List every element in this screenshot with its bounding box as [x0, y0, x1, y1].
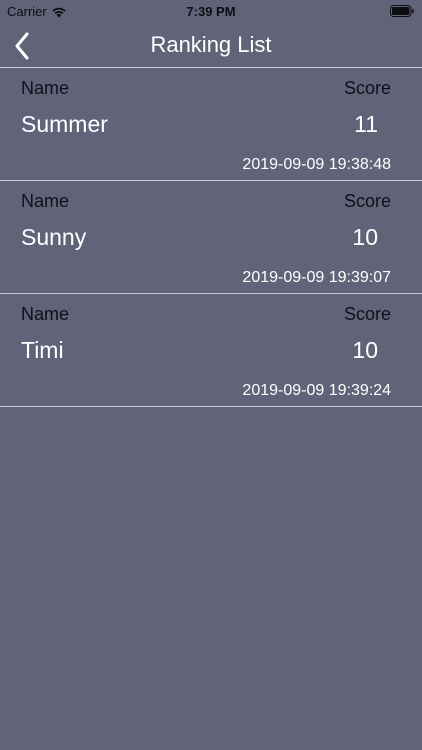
battery-icon [390, 5, 414, 17]
score-label: Score [343, 304, 391, 324]
player-score: 10 [352, 337, 378, 363]
player-name: Summer [21, 111, 108, 137]
name-label: Name [21, 304, 70, 324]
status-time: 7:39 PM [186, 4, 236, 19]
list-item[interactable]: Name Score Sunny 10 2019-09-09 19:39:07 [0, 180, 422, 293]
score-label: Score [343, 78, 391, 98]
status-bar: Carrier 7:39 PM [0, 0, 422, 24]
timestamp: 2019-09-09 19:38:48 [242, 156, 391, 173]
ranking-list: Name Score Summer 11 2019-09-09 19:38:48… [0, 67, 422, 407]
player-name: Sunny [21, 224, 87, 250]
list-item[interactable]: Name Score Timi 10 2019-09-09 19:39:24 [0, 293, 422, 407]
player-score: 10 [352, 224, 378, 250]
timestamp: 2019-09-09 19:39:07 [242, 269, 391, 286]
list-item[interactable]: Name Score Summer 11 2019-09-09 19:38:48 [0, 67, 422, 180]
player-score: 11 [354, 111, 378, 137]
navigation-bar: Ranking List [0, 24, 422, 67]
score-label: Score [343, 191, 391, 211]
timestamp: 2019-09-09 19:39:24 [242, 382, 391, 399]
page-title: Ranking List [150, 32, 272, 57]
name-label: Name [21, 191, 70, 211]
name-label: Name [21, 78, 70, 98]
player-name: Timi [21, 337, 64, 363]
